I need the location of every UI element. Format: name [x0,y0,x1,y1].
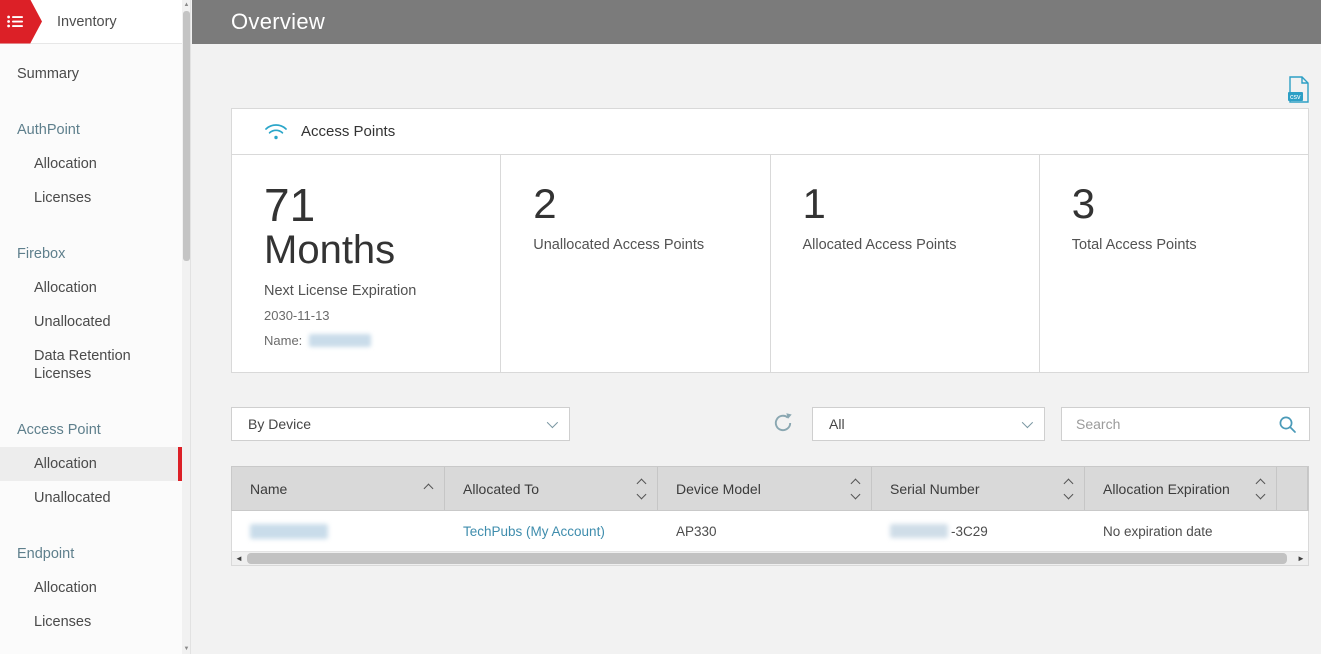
sidebar-item-firebox-data-retention-licenses[interactable]: Data Retention Licenses [0,339,182,391]
sidebar-item-firebox-allocation[interactable]: Allocation [0,271,182,305]
header-end-strip [1277,467,1308,510]
refresh-icon [774,413,792,432]
list-icon [7,15,23,28]
sidebar-title: Inventory [57,13,117,30]
column-label: Device Model [676,480,761,497]
scroll-up-arrow-icon[interactable]: ▲ [182,0,191,10]
filter-dropdown[interactable]: All [812,407,1045,441]
sidebar-item-endpoint-licenses[interactable]: Licenses [0,605,182,639]
search-icon[interactable] [1278,415,1297,434]
stat-unallocated-access-points: 2 Unallocated Access Points [501,155,771,372]
column-label: Serial Number [890,480,980,497]
column-label: Allocation Expiration [1103,480,1230,497]
column-header-allocated-to[interactable]: Allocated To [445,467,658,510]
allocated-to-link[interactable]: TechPubs (My Account) [463,524,605,539]
page-title: Overview [231,9,326,34]
sort-icon [1255,478,1266,499]
sort-ascending-icon [423,483,434,494]
sort-icon [636,478,647,499]
sidebar-scrollbar[interactable]: ▲ ▼ [182,0,191,654]
stat-expiration-date: 2030-11-13 [264,308,330,323]
stat-allocated-access-points: 1 Allocated Access Points [771,155,1040,372]
column-header-serial-number[interactable]: Serial Number [872,467,1085,510]
stat-value: 1 [802,180,826,227]
table-row: TechPubs (My Account) AP330 -3C29 No exp… [231,511,1309,551]
stat-value: 3 [1071,180,1096,227]
app-window: Inventory Summary AuthPoint Allocation L… [0,0,1321,654]
stats-row: 71 Months Next License Expiration 2030-1… [232,155,1308,372]
wifi-icon [265,124,287,140]
sidebar-item-summary[interactable]: Summary [0,57,182,91]
redacted-serial-prefix [890,524,948,538]
csv-file-icon: csv [1288,76,1309,103]
sidebar-section-firebox[interactable]: Firebox [0,237,182,271]
stat-label: Next License Expiration [264,283,417,299]
sidebar-section-access-point[interactable]: Access Point [0,413,182,447]
stat-label: Total Access Points [1071,237,1197,254]
cell-serial-number: -3C29 [872,524,1085,539]
sidebar-item-access-point-allocation[interactable]: Allocation [0,447,182,481]
stat-value: 71 [264,179,316,231]
svg-text:csv: csv [1290,94,1301,101]
search-box [1061,407,1310,441]
group-by-value: By Device [248,416,312,432]
cell-name [232,523,445,539]
column-header-name[interactable]: Name [232,467,445,510]
main-area: Overview csv Access Points 71 Months Nex… [192,0,1321,654]
sidebar: Inventory Summary AuthPoint Allocation L… [0,0,182,654]
card-header: Access Points [232,109,1308,155]
table-horizontal-scrollbar[interactable]: ◄ ► [231,551,1309,566]
sidebar-item-firebox-unallocated[interactable]: Unallocated [0,305,182,339]
sidebar-item-authpoint-licenses[interactable]: Licenses [0,181,182,215]
stat-value: 2 [533,180,557,227]
filter-value: All [829,416,845,432]
stat-next-license-expiration: 71 Months Next License Expiration 2030-1… [232,155,502,372]
scroll-left-arrow-icon[interactable]: ◄ [232,552,246,565]
page-header: Overview [192,0,1321,44]
scroll-right-arrow-icon[interactable]: ► [1294,552,1308,565]
chevron-down-icon [1021,416,1034,429]
column-header-device-model[interactable]: Device Model [658,467,872,510]
sidebar-item-access-point-unallocated[interactable]: Unallocated [0,481,182,515]
sidebar-nav: Summary AuthPoint Allocation Licenses Fi… [0,44,182,639]
name-label: Name: [264,333,303,348]
sidebar-item-authpoint-allocation[interactable]: Allocation [0,147,182,181]
sidebar-section-endpoint[interactable]: Endpoint [0,537,182,571]
sort-icon [850,478,861,499]
redacted-device-name [250,523,328,539]
stat-label: Allocated Access Points [802,237,957,254]
refresh-button[interactable] [771,411,795,435]
sidebar-item-label: Data Retention Licenses [34,348,131,382]
stat-label: Unallocated Access Points [533,237,705,254]
chevron-down-icon [546,416,559,429]
column-label: Allocated To [463,480,540,497]
search-input[interactable] [1076,416,1278,432]
sort-icon [1063,478,1074,499]
cell-device-model: AP330 [676,523,717,539]
group-by-dropdown[interactable]: By Device [231,407,570,441]
scroll-down-arrow-icon[interactable]: ▼ [182,644,191,654]
stat-unit: Months [264,228,396,272]
sidebar-item-endpoint-allocation[interactable]: Allocation [0,571,182,605]
sidebar-section-authpoint[interactable]: AuthPoint [0,113,182,147]
sidebar-header: Inventory [0,0,182,44]
csv-export-button[interactable]: csv [1287,76,1311,104]
column-label: Name [250,480,288,497]
redacted-license-name [309,334,372,347]
column-header-allocation-expiration[interactable]: Allocation Expiration [1085,467,1277,510]
table-header-row: Name Allocated To Device Model Serial Nu… [231,466,1309,511]
stat-total-access-points: 3 Total Access Points [1040,155,1308,372]
inventory-logo-flag [0,0,42,44]
stat-license-name: Name: [264,333,482,348]
devices-table: Name Allocated To Device Model Serial Nu… [231,466,1309,566]
serial-suffix: -3C29 [951,523,988,539]
cell-allocation-expiration: No expiration date [1103,523,1213,539]
card-title: Access Points [301,123,396,140]
sidebar-scrollbar-thumb[interactable] [183,11,190,261]
horizontal-scrollbar-thumb[interactable] [247,553,1287,564]
access-points-summary-card: Access Points 71 Months Next License Exp… [231,108,1309,373]
cell-allocated-to: TechPubs (My Account) [445,524,658,539]
